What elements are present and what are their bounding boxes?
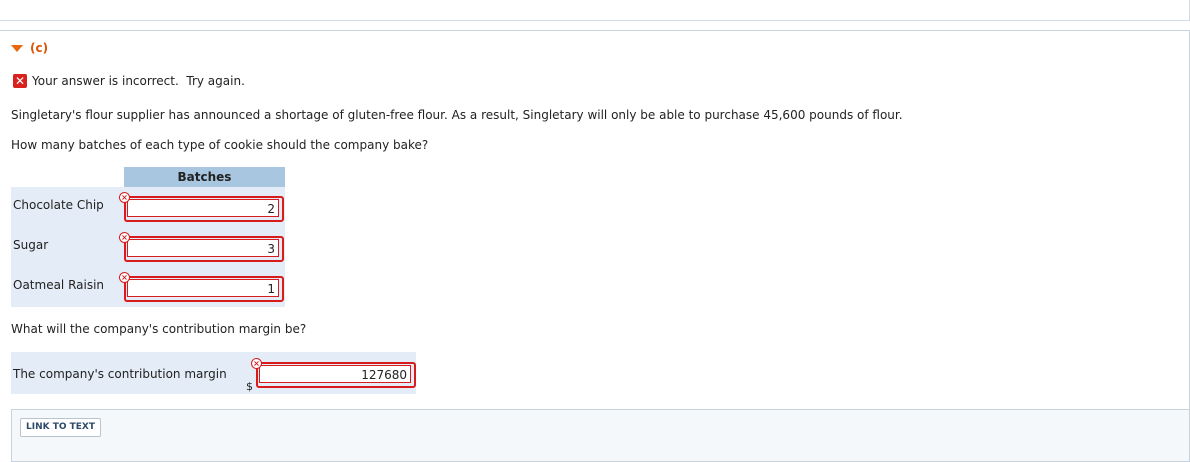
link-to-text-button[interactable]: LINK TO TEXT xyxy=(20,418,102,437)
error-badge-icon: × xyxy=(119,232,130,243)
part-header[interactable]: (c) xyxy=(11,41,48,55)
error-badge-icon: × xyxy=(119,192,130,203)
part-label: (c) xyxy=(30,41,49,55)
sugar-input[interactable]: 3 xyxy=(127,239,279,257)
row-label: Chocolate Chip xyxy=(13,198,104,212)
batches-header: Batches xyxy=(124,167,285,187)
feedback-text: Your answer is incorrect. Try again. xyxy=(32,74,245,88)
contribution-margin-field-wrap: 127680 xyxy=(256,362,416,388)
table-row: Sugar 3 × xyxy=(11,227,285,267)
oatmeal-raisin-input[interactable]: 1 xyxy=(127,279,279,297)
error-badge-icon: × xyxy=(251,358,262,369)
feedback-message: ✕ Your answer is incorrect. Try again. xyxy=(13,74,245,88)
row-label: Sugar xyxy=(13,238,49,252)
link-panel: LINK TO TEXT xyxy=(11,409,1190,462)
incorrect-x-icon: ✕ xyxy=(13,74,27,88)
question-intro: Singletary's flour supplier has announce… xyxy=(11,108,903,122)
currency-symbol: $ xyxy=(246,380,253,393)
sugar-field-wrap: 3 xyxy=(124,236,284,262)
contribution-margin-label: The company's contribution margin xyxy=(13,367,227,381)
batches-table: Batches Chocolate Chip 2 × Sugar 3 × Oat… xyxy=(11,167,285,307)
table-row: Chocolate Chip 2 × xyxy=(11,187,285,227)
question-prompt: How many batches of each type of cookie … xyxy=(11,138,429,152)
previous-part-panel xyxy=(0,0,1190,21)
row-label: Oatmeal Raisin xyxy=(13,278,105,292)
chocolate-chip-field-wrap: 2 xyxy=(124,196,284,222)
contribution-margin-input[interactable]: 127680 xyxy=(259,365,411,383)
oatmeal-raisin-field-wrap: 1 xyxy=(124,276,284,302)
collapse-triangle-icon[interactable] xyxy=(11,44,23,52)
error-badge-icon: × xyxy=(119,272,130,283)
chocolate-chip-input[interactable]: 2 xyxy=(127,199,279,217)
table-row: Oatmeal Raisin 1 × xyxy=(11,267,285,307)
contribution-margin-row: The company's contribution margin $ 1276… xyxy=(11,352,416,394)
margin-question: What will the company's contribution mar… xyxy=(11,322,307,336)
